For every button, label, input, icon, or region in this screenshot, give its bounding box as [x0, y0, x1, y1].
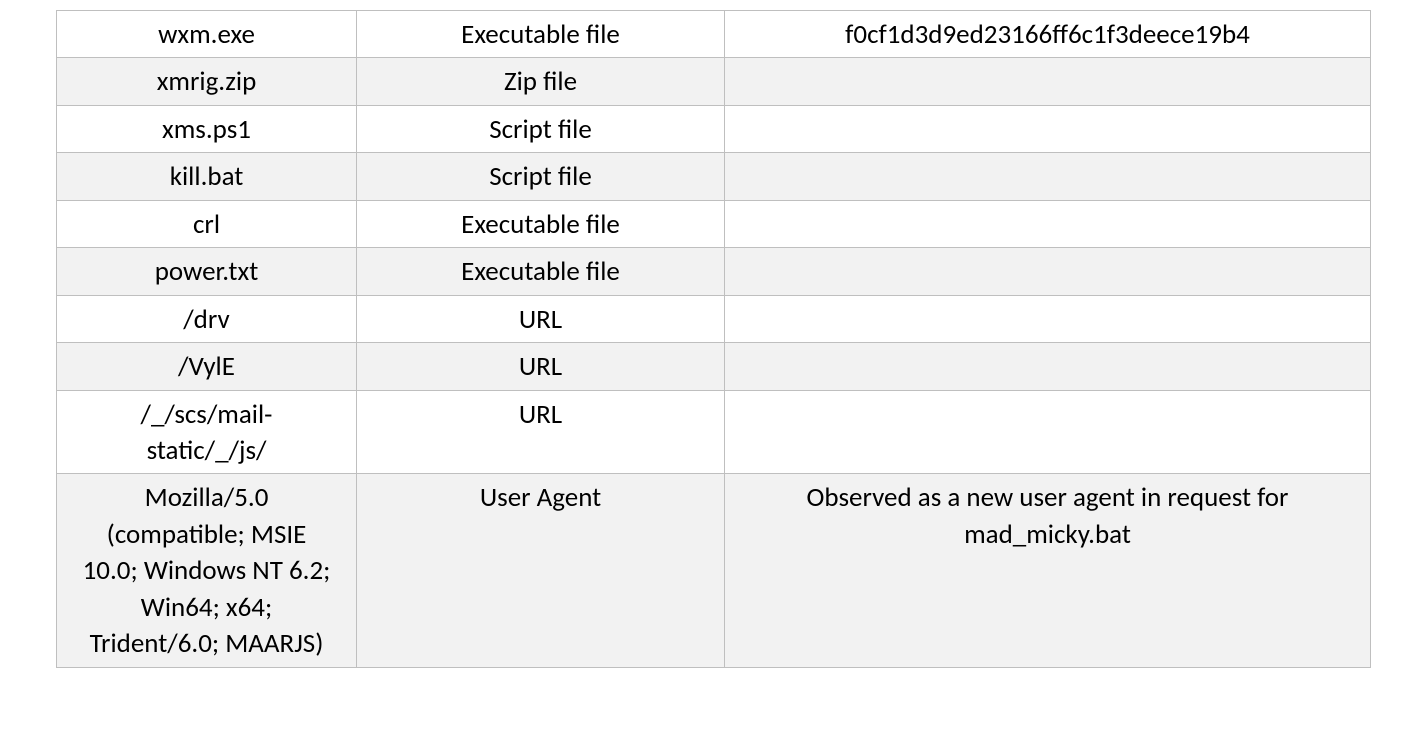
cell-type: User Agent	[357, 474, 725, 667]
cell-notes	[725, 153, 1371, 200]
cell-notes: Observed as a new user agent in request …	[725, 474, 1371, 667]
cell-type: Executable file	[357, 200, 725, 247]
cell-type: URL	[357, 343, 725, 390]
cell-type: Executable file	[357, 248, 725, 295]
cell-type: Script file	[357, 105, 725, 152]
table-row: wxm.exeExecutable filef0cf1d3d9ed23166ff…	[57, 11, 1371, 58]
table-row: power.txtExecutable file	[57, 248, 1371, 295]
cell-indicator: /_/scs/mail-static/_/js/	[57, 390, 357, 474]
cell-indicator: power.txt	[57, 248, 357, 295]
table-row: xmrig.zipZip file	[57, 58, 1371, 105]
table-row: kill.batScript file	[57, 153, 1371, 200]
cell-indicator: kill.bat	[57, 153, 357, 200]
table-row: /_/scs/mail-static/_/js/URL	[57, 390, 1371, 474]
cell-indicator: crl	[57, 200, 357, 247]
cell-notes	[725, 295, 1371, 342]
table-row: crlExecutable file	[57, 200, 1371, 247]
cell-notes	[725, 343, 1371, 390]
table-row: xms.ps1Script file	[57, 105, 1371, 152]
table-row: /drvURL	[57, 295, 1371, 342]
cell-type: URL	[357, 390, 725, 474]
cell-notes	[725, 200, 1371, 247]
cell-indicator: /VylE	[57, 343, 357, 390]
cell-indicator: wxm.exe	[57, 11, 357, 58]
table-row: Mozilla/5.0 (compatible; MSIE 10.0; Wind…	[57, 474, 1371, 667]
cell-indicator: /drv	[57, 295, 357, 342]
cell-indicator: xms.ps1	[57, 105, 357, 152]
cell-notes: f0cf1d3d9ed23166ff6c1f3deece19b4	[725, 11, 1371, 58]
cell-type: Script file	[357, 153, 725, 200]
cell-type: URL	[357, 295, 725, 342]
cell-type: Zip file	[357, 58, 725, 105]
ioc-table: wxm.exeExecutable filef0cf1d3d9ed23166ff…	[56, 10, 1371, 668]
cell-notes	[725, 58, 1371, 105]
table-row: /VylEURL	[57, 343, 1371, 390]
cell-notes	[725, 105, 1371, 152]
cell-indicator: xmrig.zip	[57, 58, 357, 105]
cell-notes	[725, 390, 1371, 474]
cell-indicator: Mozilla/5.0 (compatible; MSIE 10.0; Wind…	[57, 474, 357, 667]
cell-type: Executable file	[357, 11, 725, 58]
cell-notes	[725, 248, 1371, 295]
